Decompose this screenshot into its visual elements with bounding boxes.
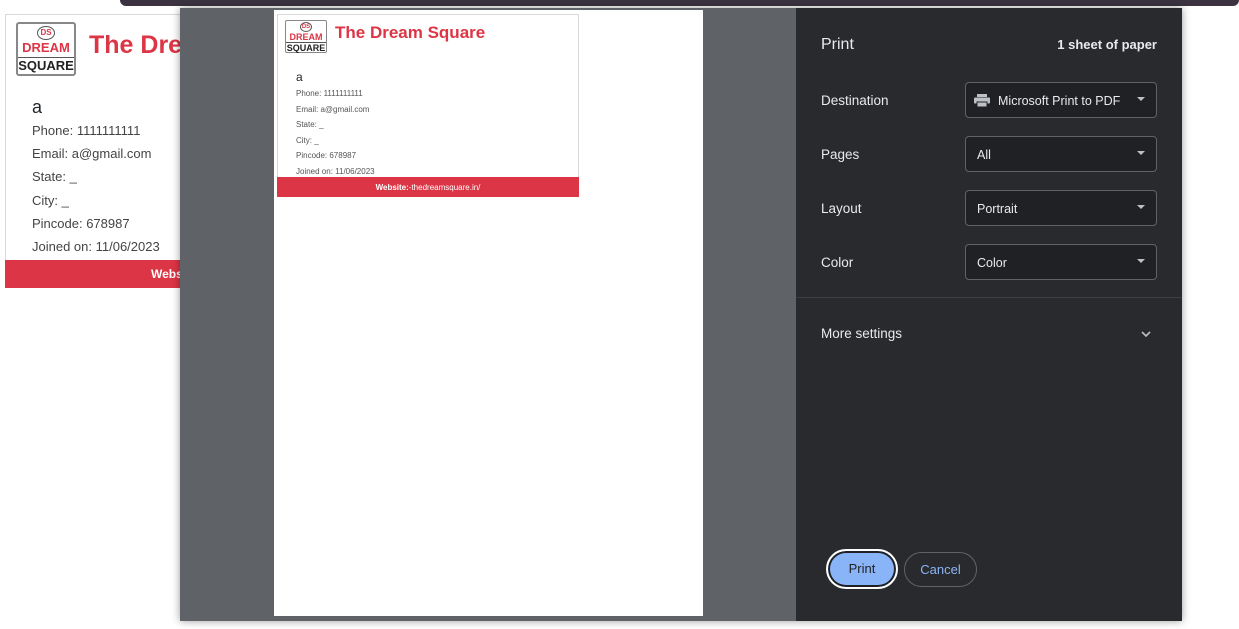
print-dialog: DS DREAM SQUARE The Dream Square a Phone… [180, 8, 1182, 621]
expand-chevron-icon[interactable] [1140, 328, 1152, 340]
more-settings-toggle[interactable]: More settings [821, 326, 902, 341]
logo-dream-text: DREAM [22, 40, 70, 55]
print-settings-panel: Print 1 sheet of paper Destination Micro… [796, 8, 1182, 621]
logo-ds-badge: DS [37, 26, 55, 40]
member-joined: Joined on: 11/06/2023 [32, 239, 160, 254]
member-city: City: _ [32, 193, 69, 208]
pages-label: Pages [821, 147, 860, 162]
chevron-down-icon [1137, 259, 1145, 263]
member-phone: Phone: 1111111111 [296, 89, 363, 98]
screen: DS DREAM SQUARE The Dre a Phone: 1111111… [0, 0, 1239, 629]
destination-label: Destination [821, 93, 889, 108]
chevron-down-icon [1137, 205, 1145, 209]
pages-value: All [977, 148, 991, 162]
member-state: State: _ [296, 120, 324, 129]
layout-label: Layout [821, 201, 862, 216]
member-card-preview: DS DREAM SQUARE The Dream Square a Phone… [277, 14, 579, 197]
destination-select[interactable]: Microsoft Print to PDF [965, 82, 1157, 118]
logo-square-text: SQUARE [286, 42, 326, 53]
color-label: Color [821, 255, 854, 270]
logo-dream-text: DREAM [289, 32, 323, 42]
member-joined: Joined on: 11/06/2023 [296, 167, 375, 176]
preview-sheet: DS DREAM SQUARE The Dream Square a Phone… [274, 10, 703, 616]
brand-title: The Dre [89, 31, 183, 59]
layout-value: Portrait [977, 202, 1018, 216]
footer-website-label: Website: [375, 183, 409, 192]
member-state: State: _ [32, 169, 77, 184]
logo-ds-badge: DS [300, 22, 312, 32]
printer-icon [974, 94, 990, 107]
member-name: a [296, 70, 303, 84]
chevron-down-icon [1137, 151, 1145, 155]
pages-select[interactable]: All [965, 136, 1157, 172]
print-title: Print [821, 36, 854, 53]
dream-square-logo: DS DREAM SQUARE [285, 20, 327, 53]
card-footer: Website:-thedreamsquare.in/ [277, 177, 579, 197]
settings-divider [796, 297, 1182, 298]
member-name: a [32, 97, 43, 117]
member-pincode: Pincode: 678987 [32, 216, 130, 231]
sheet-count: 1 sheet of paper [1057, 37, 1157, 52]
print-button[interactable]: Print [826, 549, 898, 589]
destination-value: Microsoft Print to PDF [998, 94, 1121, 108]
cancel-button[interactable]: Cancel [904, 552, 977, 587]
color-value: Color [977, 256, 1007, 270]
brand-title: The Dream Square [335, 23, 486, 42]
footer-website-url: -thedreamsquare.in/ [408, 183, 481, 192]
footer-website-text: Website:-thedreamsquare.in/ [376, 183, 481, 192]
dream-square-logo: DS DREAM SQUARE [16, 22, 76, 76]
member-email: Email: a@gmail.com [296, 105, 370, 114]
footer-website-text: Webs [151, 267, 183, 281]
print-preview-area[interactable]: DS DREAM SQUARE The Dream Square a Phone… [180, 8, 796, 621]
color-select[interactable]: Color [965, 244, 1157, 280]
member-pincode: Pincode: 678987 [296, 151, 357, 160]
member-city: City: _ [296, 136, 319, 145]
member-email: Email: a@gmail.com [32, 146, 152, 161]
member-phone: Phone: 1111111111 [32, 123, 141, 138]
browser-top-strip [120, 0, 1239, 6]
logo-square-text: SQUARE [18, 57, 74, 73]
layout-select[interactable]: Portrait [965, 190, 1157, 226]
chevron-down-icon [1137, 97, 1145, 101]
